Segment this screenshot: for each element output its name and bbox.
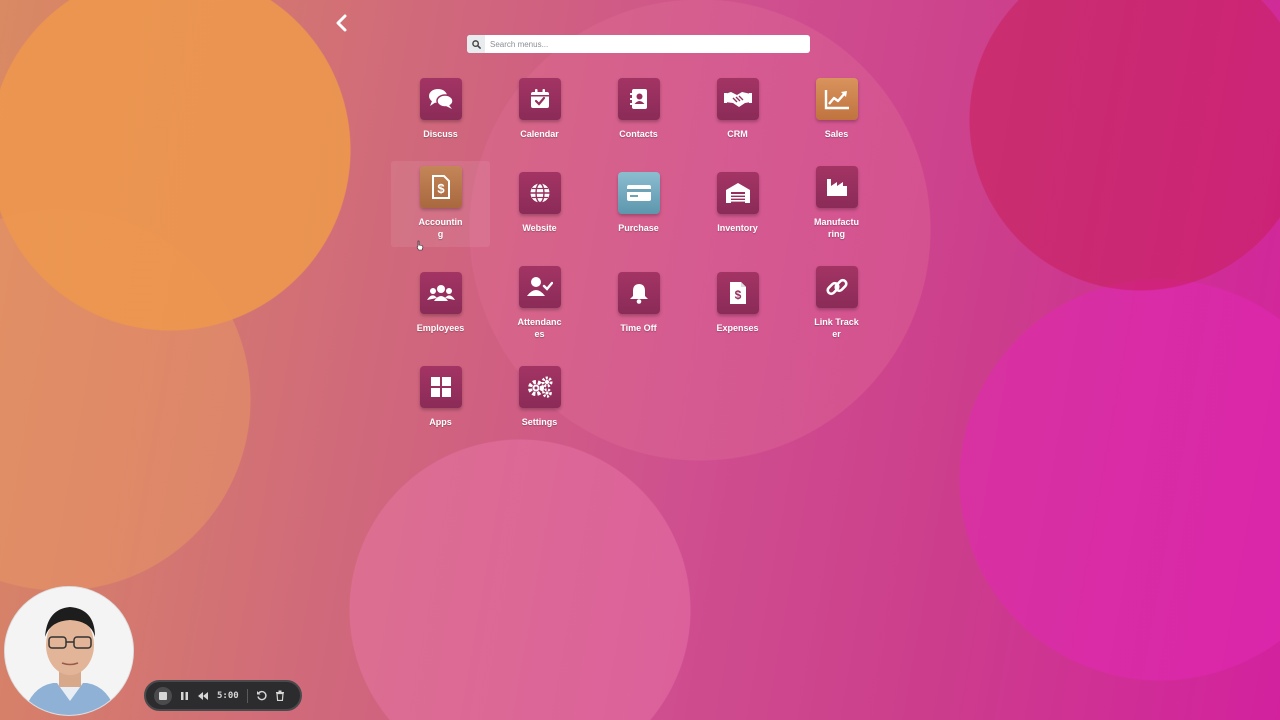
- app-label: Attendances: [517, 317, 562, 339]
- app-employees[interactable]: Employees: [391, 267, 490, 353]
- app-website[interactable]: Website: [490, 167, 589, 253]
- app-calendar[interactable]: Calendar: [490, 73, 589, 159]
- app-label: Inventory: [717, 223, 758, 233]
- app-inventory[interactable]: Inventory: [688, 167, 787, 253]
- app-label: Manufacturing: [814, 217, 859, 239]
- app-apps[interactable]: Apps: [391, 361, 490, 447]
- app-link-tracker[interactable]: Link Tracker: [787, 261, 886, 347]
- app-label: Time Off: [620, 323, 657, 333]
- app-label: Contacts: [619, 129, 658, 139]
- search-input[interactable]: [485, 35, 810, 53]
- hand-cursor-icon: [416, 240, 424, 251]
- app-label: Link Tracker: [814, 317, 859, 339]
- search-bar[interactable]: [467, 35, 810, 53]
- app-attendances[interactable]: Attendances: [490, 261, 589, 347]
- app-label: Website: [522, 223, 557, 233]
- receipt-dollar-icon: $: [716, 272, 759, 314]
- user-check-icon: [518, 266, 561, 308]
- app-settings[interactable]: Settings: [490, 361, 589, 447]
- handshake-icon: [716, 78, 759, 120]
- back-button[interactable]: [334, 14, 352, 34]
- app-label: Sales: [824, 129, 849, 139]
- rewind-icon: [198, 691, 208, 700]
- app-label: Expenses: [716, 323, 759, 333]
- gears-icon: [518, 366, 561, 408]
- link-icon: [815, 266, 858, 308]
- app-time-off[interactable]: Time Off: [589, 267, 688, 353]
- pause-icon: [181, 691, 188, 700]
- bell-icon: [617, 272, 660, 314]
- app-label: Purchase: [618, 223, 659, 233]
- app-label: Calendar: [520, 129, 559, 139]
- app-contacts[interactable]: Contacts: [589, 73, 688, 159]
- app-label: CRM: [727, 129, 748, 139]
- chat-bubbles-icon: [419, 78, 462, 120]
- recording-timer: 5:00: [217, 690, 239, 701]
- chevron-left-icon: [336, 14, 347, 32]
- stop-button[interactable]: [154, 686, 172, 705]
- app-label: Employees: [416, 323, 465, 333]
- users-icon: [419, 272, 462, 314]
- globe-icon: [518, 172, 561, 214]
- stop-icon: [159, 691, 167, 700]
- svg-text:$: $: [437, 181, 445, 196]
- restart-button[interactable]: [256, 690, 267, 701]
- app-discuss[interactable]: Discuss: [391, 73, 490, 159]
- pause-button[interactable]: [180, 691, 189, 701]
- address-book-icon: [617, 78, 660, 120]
- svg-text:$: $: [734, 288, 741, 302]
- delete-button[interactable]: [275, 690, 285, 701]
- calendar-check-icon: [518, 78, 561, 120]
- app-label: Apps: [429, 417, 452, 427]
- webcam-overlay: [4, 586, 134, 716]
- trash-icon: [275, 690, 284, 701]
- app-label: Discuss: [423, 129, 458, 139]
- app-accounting[interactable]: $ Accounting: [391, 161, 490, 247]
- dollar-document-icon: $: [419, 166, 462, 208]
- app-manufacturing[interactable]: Manufacturing: [787, 161, 886, 247]
- factory-icon: [815, 166, 858, 208]
- chart-trend-icon: [815, 78, 858, 120]
- app-label: Accounting: [418, 217, 463, 239]
- recorder-controls: 5:00: [144, 680, 302, 711]
- app-sales[interactable]: Sales: [787, 73, 886, 159]
- rewind-button[interactable]: [197, 691, 209, 701]
- grid-icon: [419, 366, 462, 408]
- app-label: Settings: [521, 417, 558, 427]
- app-expenses[interactable]: $ Expenses: [688, 267, 787, 353]
- app-purchase[interactable]: Purchase: [589, 167, 688, 253]
- presenter-avatar: [5, 587, 133, 715]
- restart-icon: [256, 690, 267, 701]
- app-crm[interactable]: CRM: [688, 73, 787, 159]
- search-icon: [467, 35, 485, 53]
- credit-card-icon: [617, 172, 660, 214]
- warehouse-icon: [716, 172, 759, 214]
- divider: [246, 688, 248, 703]
